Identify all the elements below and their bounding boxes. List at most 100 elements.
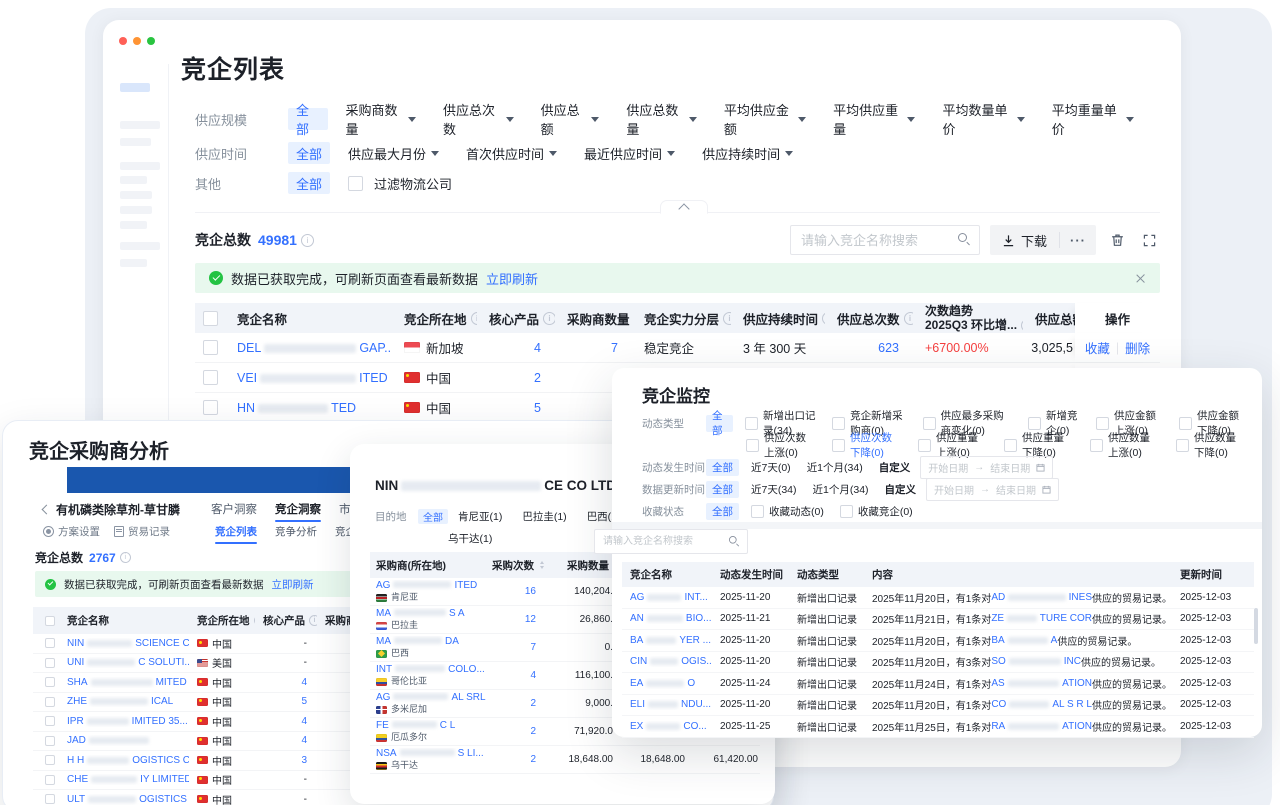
row-checkbox[interactable]: [45, 697, 55, 707]
buyer-link[interactable]: MAS A: [376, 608, 465, 621]
tab-competitor-insight[interactable]: 竞企洞察: [275, 501, 321, 517]
collapse-filters-button[interactable]: [660, 200, 708, 214]
checkbox-icon[interactable]: [746, 439, 759, 452]
company-link[interactable]: CHEIY LIMITED: [67, 774, 189, 785]
breadcrumb[interactable]: 有机磷类除草剂-草甘膦: [43, 501, 180, 518]
more-options-button[interactable]: [1060, 233, 1096, 248]
favorite-button[interactable]: 收藏: [1085, 338, 1110, 357]
all-pill[interactable]: 全部: [288, 142, 330, 164]
refresh-now-link[interactable]: 立即刷新: [486, 269, 538, 288]
checkbox-icon[interactable]: [832, 417, 845, 430]
row-checkbox[interactable]: [45, 716, 55, 726]
company-link[interactable]: CINOGIS...: [630, 656, 712, 667]
scheme-settings-button[interactable]: 方案设置: [43, 524, 100, 539]
search-input[interactable]: [790, 225, 980, 255]
checkbox-icon[interactable]: [1004, 439, 1017, 452]
company-link[interactable]: EXCO...: [630, 721, 707, 732]
company-link[interactable]: JAD: [67, 735, 152, 746]
company-link[interactable]: IPRIMITED 35...: [67, 716, 188, 727]
info-icon[interactable]: [543, 312, 555, 325]
filter-dropdown-avg-weight[interactable]: 平均供应重量: [833, 100, 915, 138]
date-range-input[interactable]: 开始日期结束日期: [926, 478, 1059, 501]
filter-logistics-checkbox[interactable]: 过滤物流公司: [348, 174, 452, 193]
company-link[interactable]: HNTED: [237, 401, 356, 415]
all-pill[interactable]: 全部: [418, 509, 448, 524]
subtab-competitor-list[interactable]: 竞企列表: [215, 524, 257, 539]
filter-checkbox-qty-down[interactable]: 供应数量下降(0): [1176, 430, 1246, 460]
row-checkbox[interactable]: [203, 400, 218, 415]
checkbox-icon[interactable]: [1096, 417, 1109, 430]
info-icon[interactable]: [120, 552, 131, 563]
option-custom[interactable]: 自定义: [879, 460, 911, 475]
filter-dropdown-buyer-count[interactable]: 采购商数量: [346, 100, 417, 138]
scrollbar-thumb[interactable]: [1254, 608, 1258, 644]
checkbox-icon[interactable]: [1090, 439, 1103, 452]
company-link[interactable]: ELINDU...: [630, 699, 711, 710]
sort-toggle[interactable]: [540, 561, 544, 569]
all-pill[interactable]: 全部: [706, 481, 739, 498]
filter-checkbox-times-down[interactable]: 供应次数下降(0): [832, 430, 902, 460]
row-checkbox[interactable]: [203, 340, 218, 355]
dest-option-kenya[interactable]: 肯尼亚(1): [458, 509, 502, 524]
delete-button[interactable]: 删除: [1125, 338, 1150, 357]
all-pill[interactable]: 全部: [288, 172, 330, 194]
refresh-now-link[interactable]: 立即刷新: [272, 577, 314, 592]
company-link[interactable]: ULTOGISTICS ...: [67, 794, 189, 805]
all-pill[interactable]: 全部: [288, 108, 328, 130]
option-last1month[interactable]: 近1个月(34): [807, 460, 863, 475]
company-link[interactable]: ZHEICAL: [67, 696, 173, 707]
buyer-link[interactable]: AGAL SRL: [376, 692, 486, 705]
select-all-checkbox[interactable]: [203, 311, 218, 326]
row-checkbox[interactable]: [45, 677, 55, 687]
info-icon[interactable]: [904, 312, 913, 325]
info-icon[interactable]: [1021, 319, 1023, 332]
company-link[interactable]: SHAMITED: [67, 677, 187, 688]
filter-checkbox-fav-activity[interactable]: 收藏动态(0): [751, 504, 824, 519]
checkbox-icon[interactable]: [923, 417, 936, 430]
row-checkbox[interactable]: [45, 794, 55, 804]
checkbox-icon[interactable]: [832, 439, 845, 452]
tab-customer-insight[interactable]: 客户洞察: [211, 501, 257, 517]
checkbox-icon[interactable]: [751, 505, 764, 518]
filter-dropdown-supply-times[interactable]: 供应总次数: [443, 100, 514, 138]
info-icon[interactable]: [309, 615, 317, 626]
filter-checkbox-qty-up[interactable]: 供应数量上涨(0): [1090, 430, 1160, 460]
company-link[interactable]: DELGAP...: [237, 341, 392, 355]
filter-dropdown-avg-qty-price[interactable]: 平均数量单价: [942, 100, 1024, 138]
all-pill[interactable]: 全部: [706, 503, 739, 520]
company-link[interactable]: ANBIO...: [630, 613, 711, 624]
buyer-link[interactable]: MADA: [376, 636, 459, 649]
company-link[interactable]: NINSCIENCE C...: [67, 638, 189, 649]
search-input[interactable]: [594, 529, 748, 554]
buyer-link[interactable]: NSAS LI...: [376, 748, 484, 761]
date-range-input[interactable]: 开始日期结束日期: [920, 456, 1053, 479]
info-icon[interactable]: [822, 312, 825, 325]
company-link[interactable]: AGINT...: [630, 592, 708, 603]
search-icon[interactable]: [729, 536, 740, 547]
company-link[interactable]: BAYER ...: [630, 635, 711, 646]
row-checkbox[interactable]: [45, 755, 55, 765]
filter-dropdown-duration[interactable]: 供应持续时间: [702, 144, 793, 163]
search-icon[interactable]: [958, 233, 971, 246]
filter-dropdown-supply-amount[interactable]: 供应总额: [541, 100, 600, 138]
trade-records-button[interactable]: 贸易记录: [114, 524, 170, 539]
download-button[interactable]: 下载: [990, 225, 1059, 255]
checkbox-icon[interactable]: [840, 505, 853, 518]
option-last7days[interactable]: 近7天(0): [751, 460, 791, 475]
company-link[interactable]: VEIITED: [237, 371, 388, 385]
company-link[interactable]: EAO: [630, 678, 695, 689]
dest-option-paraguay[interactable]: 巴拉圭(1): [522, 509, 566, 524]
filter-dropdown-avg-weight-price[interactable]: 平均重量单价: [1052, 100, 1134, 138]
close-icon[interactable]: [1135, 273, 1146, 284]
info-icon[interactable]: [254, 615, 256, 626]
company-link[interactable]: UNIC SOLUTI...: [67, 657, 189, 668]
row-checkbox[interactable]: [45, 658, 55, 668]
row-checkbox[interactable]: [203, 370, 218, 385]
buyer-link[interactable]: INTCOLO...: [376, 664, 485, 677]
info-icon[interactable]: [471, 312, 477, 325]
info-icon[interactable]: [301, 234, 314, 247]
checkbox-icon[interactable]: [918, 439, 931, 452]
checkbox-icon[interactable]: [745, 417, 758, 430]
checkbox-icon[interactable]: [348, 176, 363, 191]
row-checkbox[interactable]: [45, 736, 55, 746]
